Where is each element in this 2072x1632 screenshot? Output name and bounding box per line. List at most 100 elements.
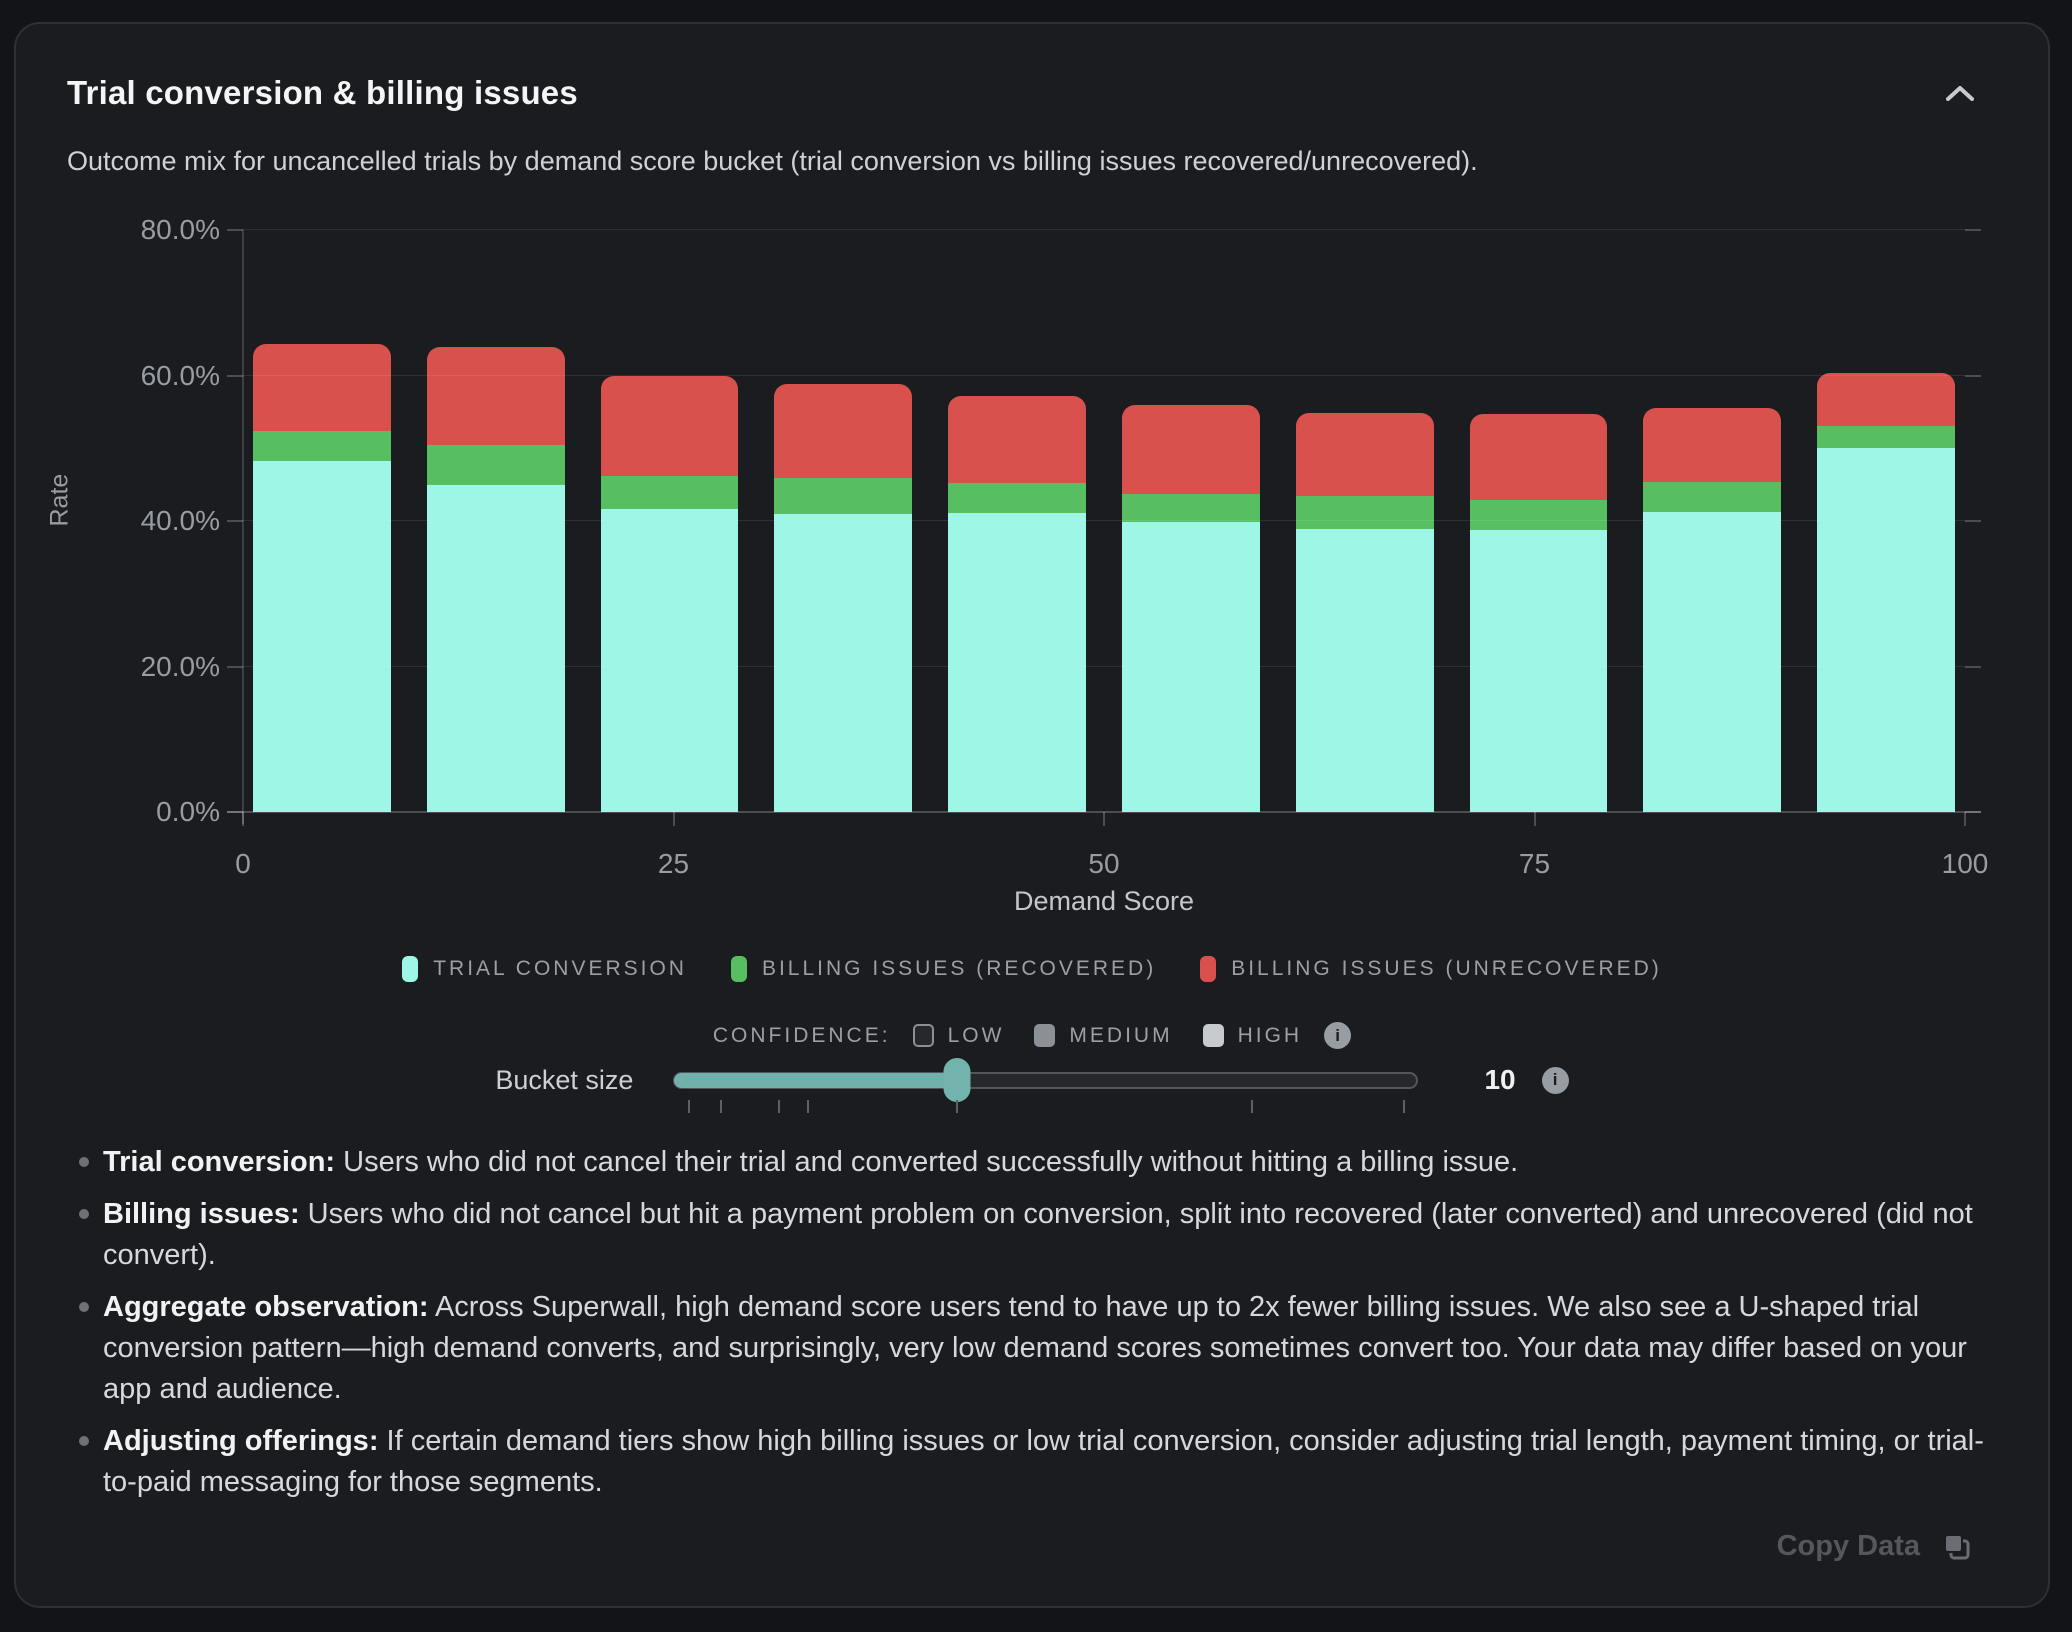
bar-segment-trial-conversion[interactable] [1817,448,1955,812]
confidence-checkbox-low[interactable]: LOW [913,1024,1005,1048]
bar-segment-billing-issues-recovered-[interactable] [1643,482,1781,512]
note-text: If certain demand tiers show high billin… [103,1425,1984,1498]
note-text: Users who did not cancel their trial and… [335,1146,1518,1178]
confidence-row: CONFIDENCE: LOWMEDIUMHIGH i [16,1022,2048,1049]
bars-container [243,230,1965,812]
slider-tick [807,1100,809,1113]
y-tick-label: 80.0% [141,214,220,246]
bar-segment-trial-conversion[interactable] [427,485,565,812]
copy-data-label: Copy Data [1777,1530,1920,1563]
bar-segment-billing-issues-recovered-[interactable] [601,476,739,509]
note-lead: Trial conversion: [103,1146,335,1178]
bar-50–60[interactable] [1122,230,1260,812]
bar-segment-trial-conversion[interactable] [601,509,739,812]
chart-card: Trial conversion & billing issues Outcom… [14,22,2050,1608]
x-tick-label: 100 [1942,848,1989,880]
confidence-info-icon[interactable]: i [1324,1022,1351,1049]
y-axis-tick [1965,811,1981,813]
slider-thumb[interactable] [944,1058,971,1102]
bar-60–70[interactable] [1296,230,1434,812]
gridline [243,666,1965,667]
bar-segment-billing-issues-unrecovered-[interactable] [427,347,565,445]
legend-item[interactable]: Billing issues (recovered) [731,956,1156,982]
bucket-size-value: 10 [1484,1064,1515,1096]
note-item: Aggregate observation: Across Superwall,… [79,1287,1991,1410]
confidence-checkbox-high[interactable]: HIGH [1203,1024,1303,1048]
x-axis-tick [673,812,675,826]
checkbox-icon [913,1024,934,1047]
x-axis-tick [1103,812,1105,826]
bar-segment-billing-issues-recovered-[interactable] [1122,494,1260,522]
note-text: Users who did not cancel but hit a payme… [103,1198,1973,1271]
slider-tick [956,1100,958,1113]
bar-90–100[interactable] [1817,230,1955,812]
bar-segment-billing-issues-unrecovered-[interactable] [774,384,912,478]
bar-segment-billing-issues-unrecovered-[interactable] [1643,408,1781,482]
legend-swatch-icon [1200,956,1216,982]
y-tick-label: 0.0% [156,796,220,828]
confidence-option-label: MEDIUM [1069,1024,1172,1048]
bar-20–30[interactable] [601,230,739,812]
bar-segment-billing-issues-recovered-[interactable] [427,445,565,485]
x-axis-tick [1964,812,1966,826]
legend-label: Trial conversion [433,957,687,981]
bar-30–40[interactable] [774,230,912,812]
bar-40–50[interactable] [948,230,1086,812]
bar-segment-billing-issues-recovered-[interactable] [1296,496,1434,529]
collapse-button[interactable] [1942,82,1978,108]
gridline [243,520,1965,521]
y-axis-tick [1965,229,1981,231]
bar-segment-trial-conversion[interactable] [1643,512,1781,812]
bar-70–80[interactable] [1470,230,1608,812]
bucket-size-row: Bucket size 10 i [16,1064,2048,1096]
bar-80–90[interactable] [1643,230,1781,812]
bar-segment-billing-issues-unrecovered-[interactable] [1470,414,1608,500]
y-tick-label: 20.0% [141,651,220,683]
y-axis-tick [227,229,243,231]
bucket-size-info-icon[interactable]: i [1542,1067,1569,1094]
y-axis-tick [227,666,243,668]
note-lead: Billing issues: [103,1198,300,1230]
bar-segment-billing-issues-recovered-[interactable] [253,431,391,461]
y-axis-tick [1965,666,1981,668]
legend-item[interactable]: Trial conversion [402,956,687,982]
bar-segment-trial-conversion[interactable] [253,461,391,812]
notes-list: Trial conversion: Users who did not canc… [79,1142,1991,1514]
checkbox-icon [1203,1024,1224,1047]
bar-segment-billing-issues-unrecovered-[interactable] [601,376,739,476]
bar-segment-billing-issues-recovered-[interactable] [1817,426,1955,449]
x-tick-label: 50 [1088,848,1119,880]
confidence-option-label: HIGH [1238,1024,1303,1048]
copy-data-button[interactable]: Copy Data [1777,1530,1972,1563]
note-item: Adjusting offerings: If certain demand t… [79,1421,1991,1503]
chart-subtitle: Outcome mix for uncancelled trials by de… [67,146,1478,177]
bar-10–20[interactable] [427,230,565,812]
x-tick-label: 25 [658,848,689,880]
bar-segment-trial-conversion[interactable] [774,514,912,812]
slider-tick [1251,1100,1253,1113]
note-lead: Aggregate observation: [103,1291,429,1323]
bar-segment-billing-issues-unrecovered-[interactable] [1296,413,1434,496]
bar-segment-billing-issues-recovered-[interactable] [1470,500,1608,531]
bar-segment-billing-issues-recovered-[interactable] [948,483,1086,513]
bucket-size-slider[interactable] [673,1072,1418,1089]
slider-ticks [675,1100,1416,1114]
bar-segment-trial-conversion[interactable] [1122,522,1260,812]
legend-item[interactable]: Billing issues (unrecovered) [1200,956,1662,982]
y-tick-label: 40.0% [141,505,220,537]
bar-segment-billing-issues-unrecovered-[interactable] [1817,373,1955,426]
bar-segment-trial-conversion[interactable] [1296,529,1434,812]
bar-segment-billing-issues-unrecovered-[interactable] [1122,405,1260,494]
confidence-options: LOW MEDIUM HIGH [913,1024,1303,1048]
checkbox-icon [1034,1024,1055,1047]
chevron-up-icon [1943,83,1977,105]
bar-segment-billing-issues-unrecovered-[interactable] [253,344,391,431]
bar-segment-billing-issues-recovered-[interactable] [774,478,912,514]
bar-segment-trial-conversion[interactable] [1470,530,1608,812]
confidence-checkbox-medium[interactable]: MEDIUM [1034,1024,1172,1048]
bar-segment-trial-conversion[interactable] [948,513,1086,812]
y-axis-tick [227,811,243,813]
chart-legend: Trial conversion Billing issues (recovere… [16,956,2048,982]
bar-segment-billing-issues-unrecovered-[interactable] [948,396,1086,483]
bar-0–10[interactable] [253,230,391,812]
